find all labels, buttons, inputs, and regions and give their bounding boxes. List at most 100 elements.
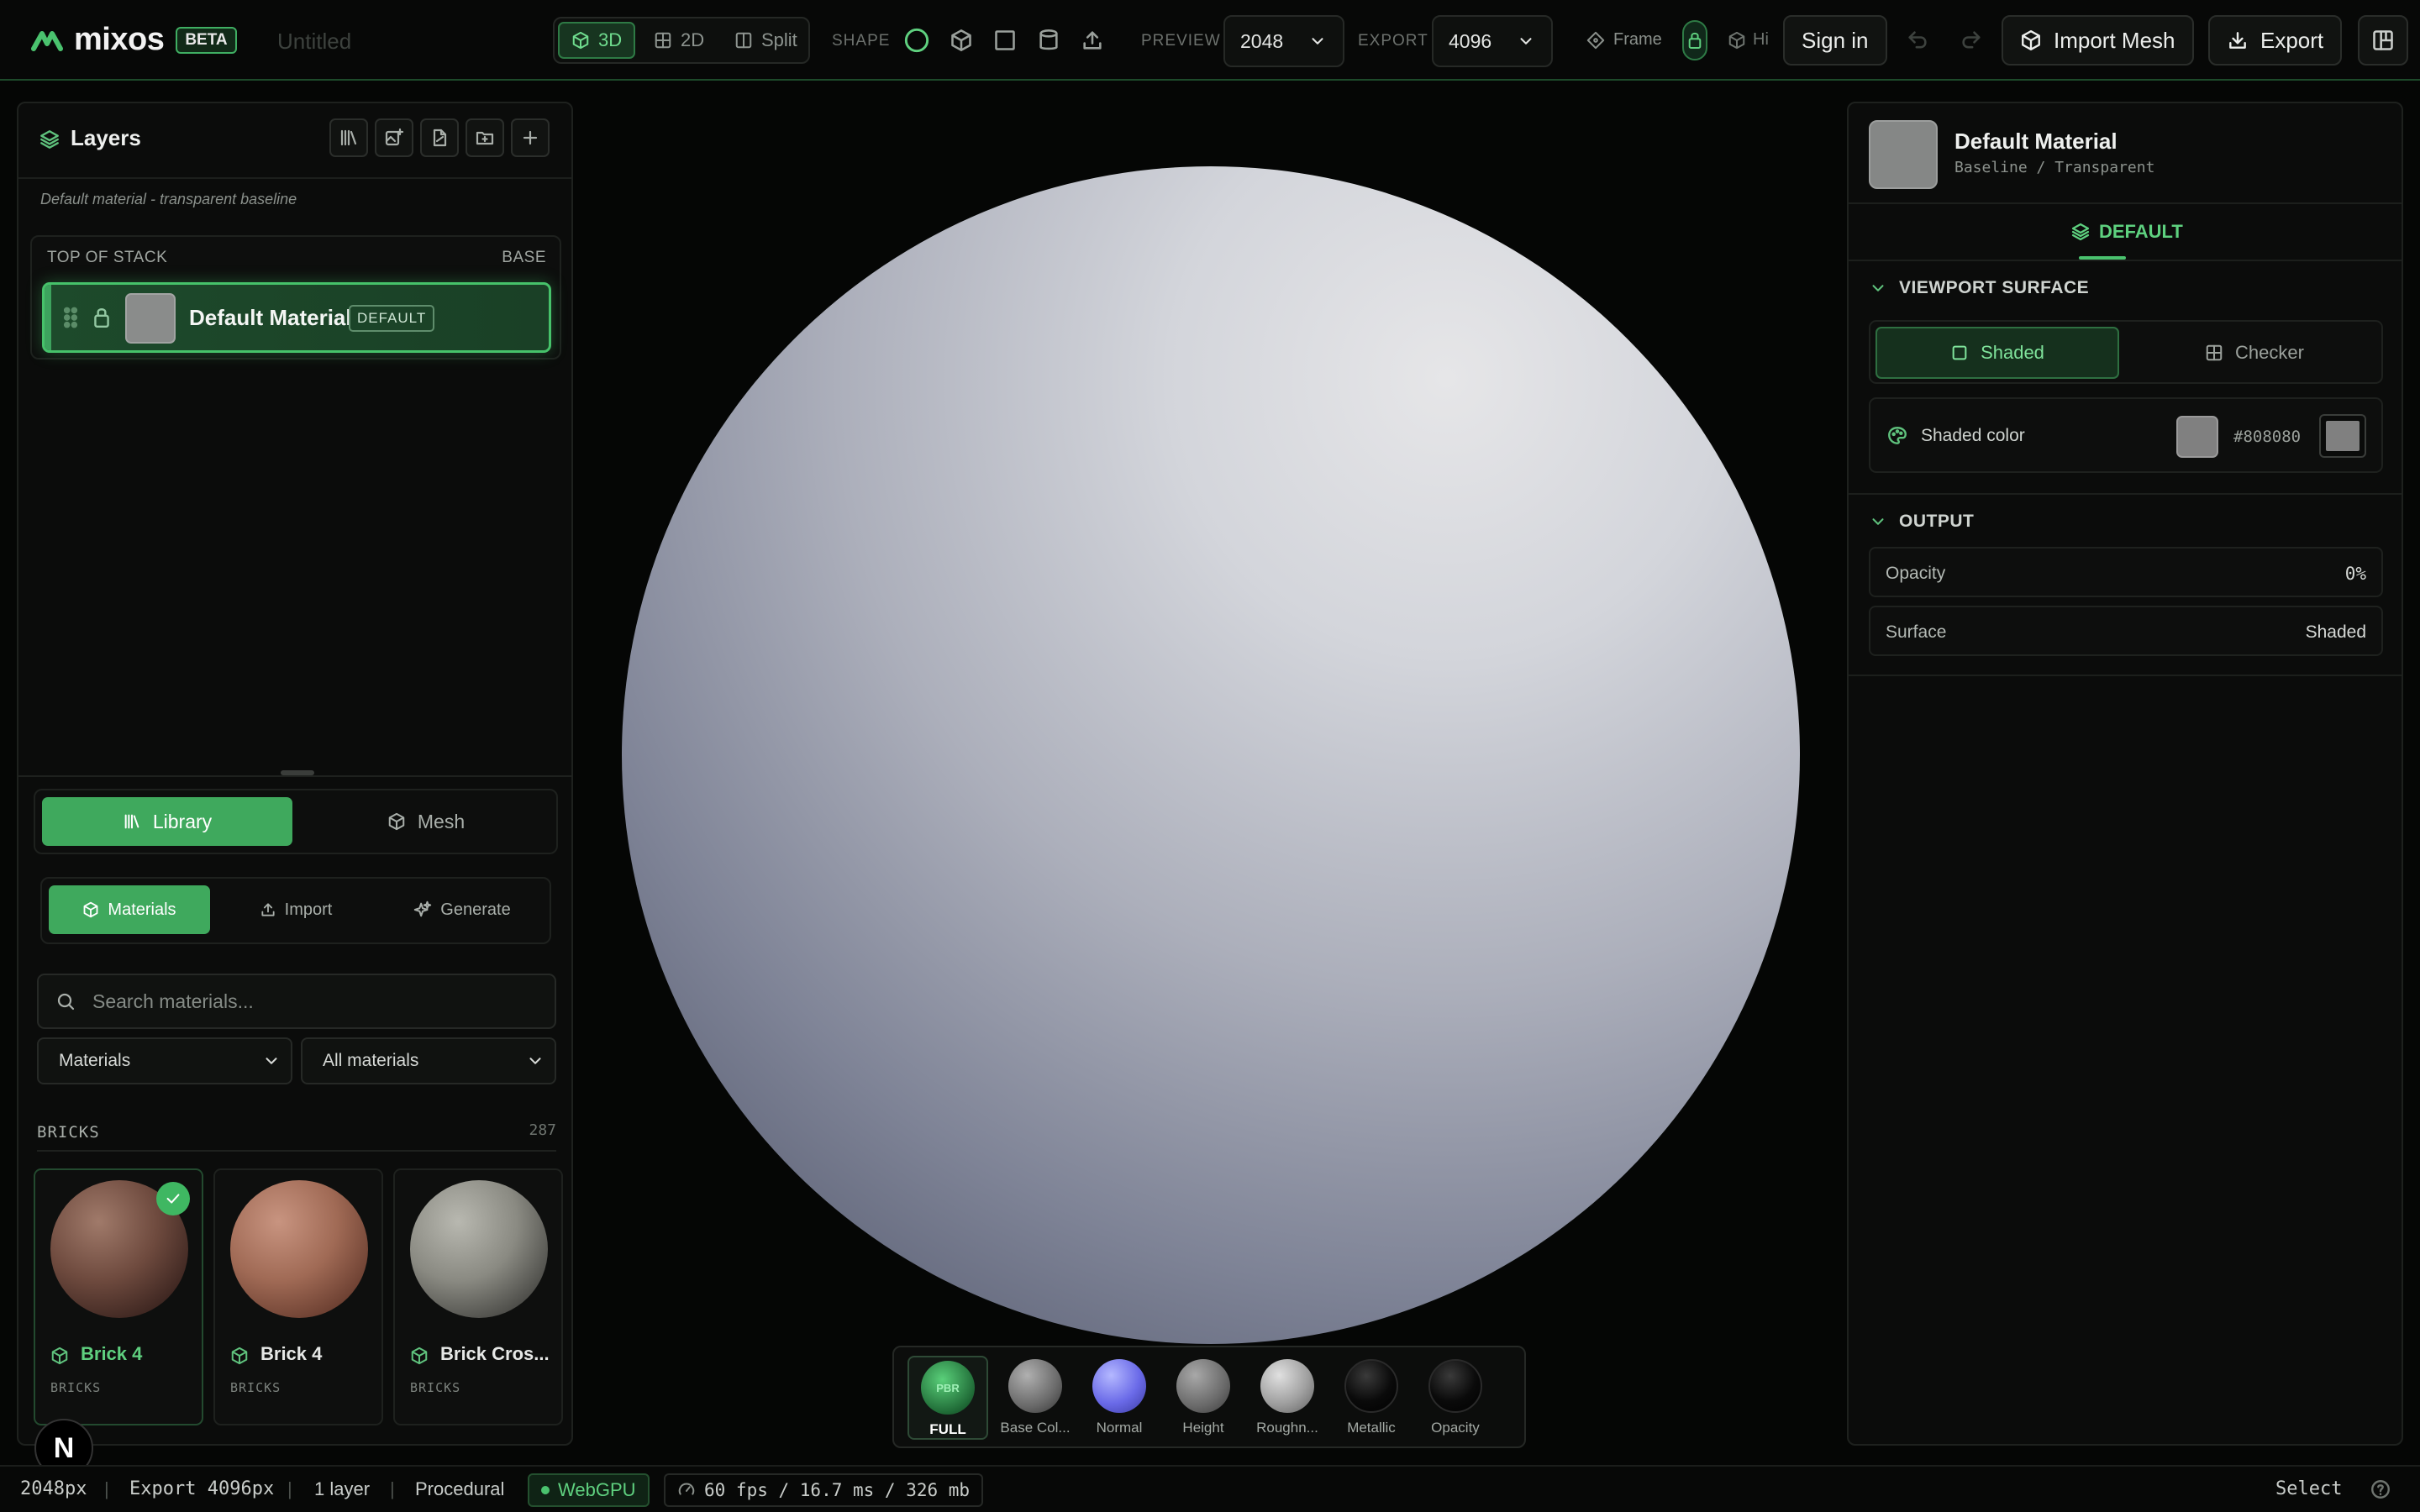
category-name: BRICKS [37,1123,100,1142]
hide-button[interactable]: Hi [1728,30,1769,50]
lock-icon[interactable] [90,305,113,330]
cube-icon [2020,29,2042,51]
library-icon[interactable] [329,118,368,157]
3d-viewport[interactable]: PBR FULL Base Col... Normal Height Rough… [588,84,1832,1462]
opacity-label: Opacity [1886,564,1946,583]
layers-icon [2070,222,2091,242]
preview-sphere[interactable] [622,166,1800,1344]
lock-toggle[interactable] [1682,20,1707,60]
cube-icon [229,1345,250,1367]
material-card[interactable]: Brick 4 BRICKS [34,1168,203,1425]
shape-label: SHAPE [832,32,891,50]
undo-icon[interactable] [1902,25,1933,55]
material-scope-select[interactable]: All materials [301,1037,556,1084]
shaded-color-hex[interactable]: #808080 [2233,428,2301,446]
material-thumbnail [1869,120,1938,189]
viewport-surface-section-toggle[interactable]: VIEWPORT SURFACE [1869,278,2089,298]
map-height[interactable]: Height [1163,1356,1244,1440]
map-normal[interactable]: Normal [1079,1356,1160,1440]
material-card[interactable]: Brick Cros... BRICKS [393,1168,563,1425]
cube-icon[interactable] [946,25,976,55]
tab-mesh[interactable]: Mesh [301,797,551,846]
chevron-down-icon [1517,32,1535,50]
export-resolution-select[interactable]: 4096 [1432,15,1553,67]
material-type-select[interactable]: Materials [37,1037,292,1084]
add-fill-layer-icon[interactable] [420,118,459,157]
shaded-color-swatch[interactable] [2176,416,2218,458]
sphere-icon[interactable] [902,25,932,55]
layers-title: Layers [71,125,141,150]
layer-thumbnail [125,293,176,344]
add-layer-icon[interactable] [511,118,550,157]
subtab-import[interactable]: Import [215,885,376,934]
search-icon [55,991,76,1011]
material-card[interactable]: Brick 4 BRICKS [213,1168,383,1425]
opacity-row[interactable]: Opacity 0% [1869,547,2383,597]
material-title: Default Material [1954,129,2118,154]
tab-library[interactable]: Library [42,797,292,846]
search-input[interactable] [92,990,546,1013]
drag-handle-icon[interactable] [61,305,80,330]
material-name: Brick 4 [260,1343,323,1364]
layer-item-default-material[interactable]: Default Material DEFAULT [42,282,551,353]
view-split-button[interactable]: Split [723,22,807,59]
material-category: BRICKS [230,1380,281,1395]
color-picker-button[interactable] [2319,414,2366,458]
default-badge: DEFAULT [349,305,435,332]
map-opacity[interactable]: Opacity [1415,1356,1496,1440]
add-image-layer-icon[interactable] [375,118,413,157]
sign-in-button[interactable]: Sign in [1783,15,1887,66]
map-metallic[interactable]: Metallic [1331,1356,1412,1440]
view-3d-button[interactable]: 3D [558,22,635,59]
height-orb-icon [1176,1359,1230,1413]
properties-header: Default Material Baseline / Transparent [1849,103,2402,204]
top-toolbar: mixos BETA Untitled 3D 2D Split SHAPE PR… [0,0,2420,81]
shaded-button[interactable]: Shaded [1876,327,2119,379]
frame-button[interactable]: Frame [1586,30,1662,50]
layers-header: Layers [18,103,571,179]
surface-label: Surface [1886,622,1947,642]
panel-layout-button[interactable] [2358,15,2408,66]
cylinder-icon[interactable] [1034,25,1064,55]
frame-target-icon [1586,31,1605,50]
material-preview-sphere [410,1180,548,1318]
mixos-logo-icon [30,27,64,54]
roughness-orb-icon [1260,1359,1314,1413]
plane-icon[interactable] [990,25,1020,55]
status-layers: 1 layer [314,1478,371,1499]
import-mesh-button[interactable]: Import Mesh [2002,15,2194,66]
output-section-toggle[interactable]: OUTPUT [1869,512,1974,532]
document-title[interactable]: Untitled [277,29,351,55]
view-2d-button[interactable]: 2D [642,22,719,59]
cube-icon [571,31,590,50]
subtab-materials[interactable]: Materials [49,885,210,934]
material-name: Brick 4 [81,1343,143,1364]
status-separator: | [390,1478,395,1499]
webgpu-badge: WebGPU [528,1473,650,1507]
map-full[interactable]: PBR FULL [908,1356,988,1440]
redo-icon[interactable] [1956,25,1986,55]
export-button[interactable]: Export [2208,15,2343,66]
performance-readout: 60 fps / 16.7 ms / 326 mb [664,1473,984,1507]
material-search-field[interactable] [37,974,556,1029]
divider [18,775,571,777]
map-roughness[interactable]: Roughn... [1247,1356,1328,1440]
subtab-generate[interactable]: Generate [381,885,543,934]
add-folder-icon[interactable] [466,118,504,157]
tab-default[interactable]: DEFAULT [2070,221,2183,243]
shaded-color-label: Shaded color [1921,426,2025,445]
palette-icon [1886,424,1909,448]
preview-resolution-select[interactable]: 2048 [1223,15,1344,67]
gauge-icon [677,1481,696,1499]
checker-button[interactable]: Checker [2133,327,2376,379]
map-base-color[interactable]: Base Col... [995,1356,1076,1440]
material-preview-sphere [230,1180,368,1318]
upload-mesh-icon[interactable] [1077,25,1107,55]
app-logo[interactable]: mixos BETA [30,22,237,58]
surface-row[interactable]: Surface Shaded [1869,606,2383,656]
app-name: mixos [74,22,165,57]
help-icon[interactable] [2370,1478,2391,1500]
layers-panel: Layers Default material - transparent ba… [17,102,573,1446]
status-resolution: 2048px [20,1478,87,1499]
status-dot-icon [541,1486,550,1494]
